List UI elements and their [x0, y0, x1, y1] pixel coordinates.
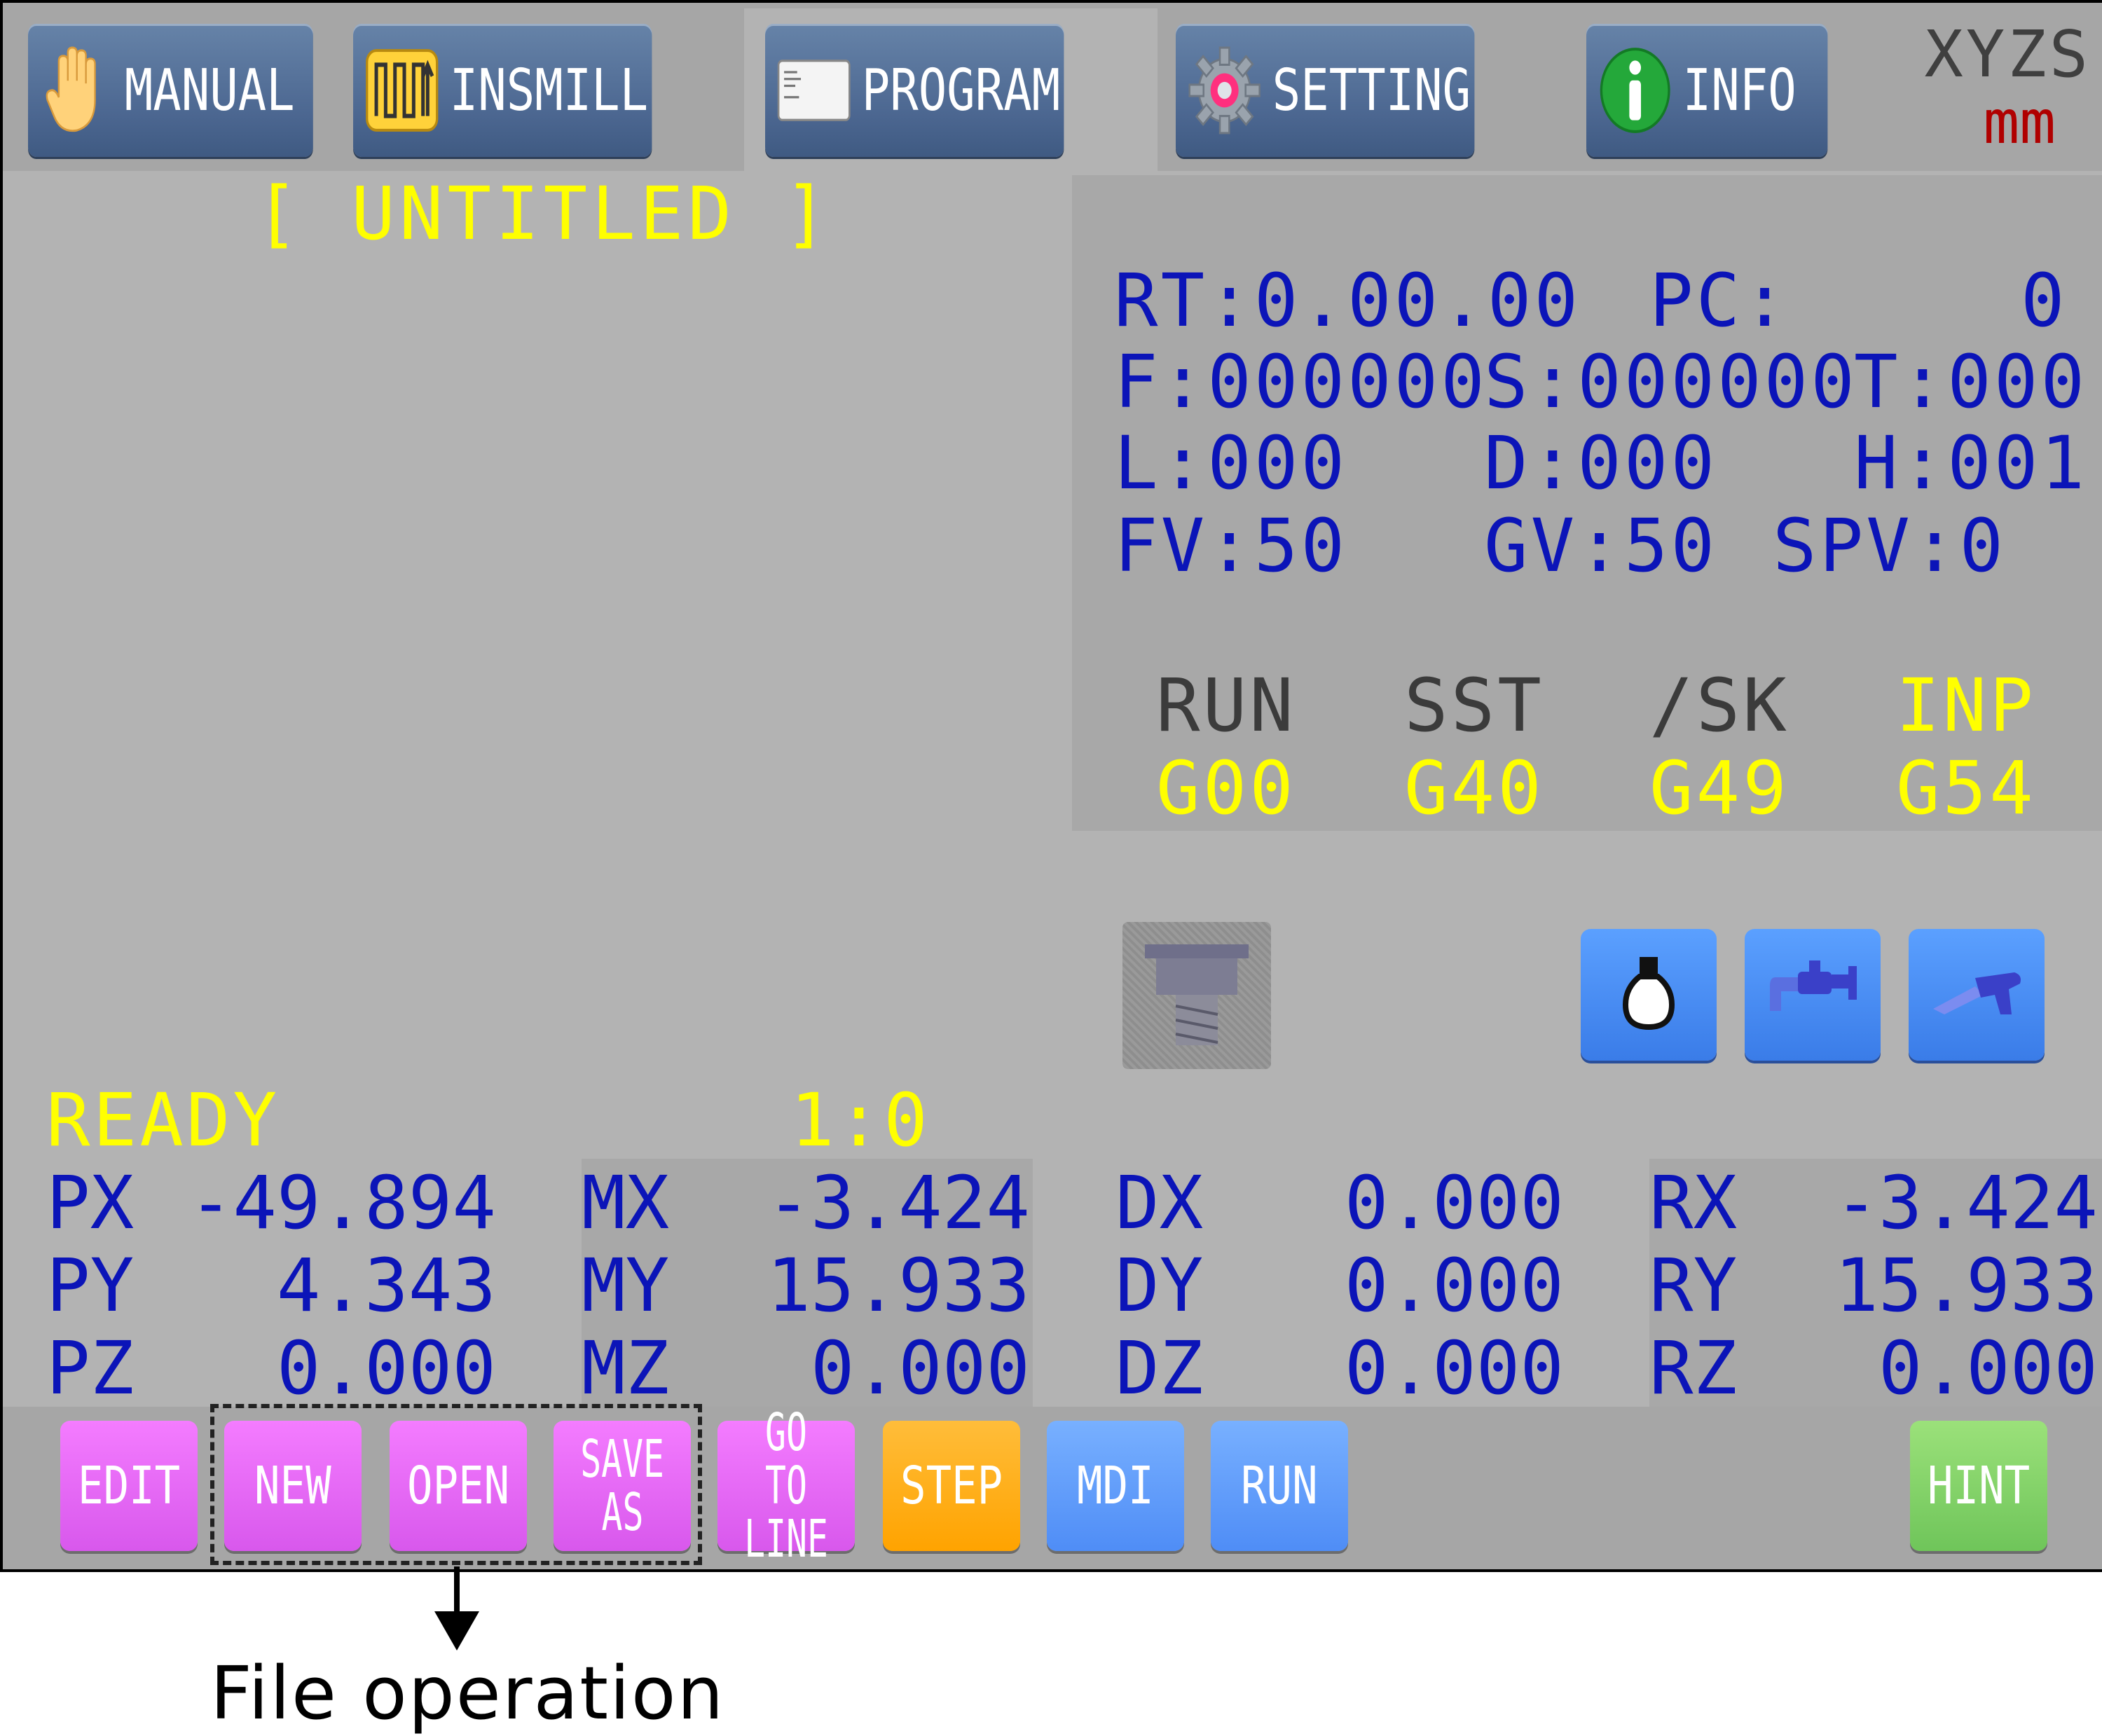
go-to-line-button[interactable]: GO TO LINE	[717, 1406, 855, 1566]
mx-value: -3.424	[767, 1160, 1030, 1246]
spindle-speed: S:000000	[1484, 339, 1857, 425]
mdi-button[interactable]: MDI	[1047, 1421, 1184, 1551]
mz-label: MZ	[582, 1325, 670, 1411]
annotation-arrow-head	[434, 1611, 479, 1651]
spindle-override: SPV:0	[1773, 503, 2007, 588]
tab-program[interactable]: PROGRAM	[765, 24, 1064, 157]
cnc-screen: MANUAL INSMILL PROGRAM SETTING INFO XYZS…	[0, 0, 2102, 1572]
spindle-tool-icon	[1122, 922, 1271, 1069]
dx-value: 0.000	[1344, 1160, 1564, 1246]
tab-insmill[interactable]: INSMILL	[353, 24, 652, 157]
d-value: D:000	[1484, 420, 1718, 506]
rx-label: RX	[1649, 1160, 1738, 1246]
py-label: PY	[46, 1243, 135, 1328]
tab-manual-label: MANUAL	[124, 57, 295, 124]
dx-label: DX	[1115, 1160, 1204, 1246]
rz-label: RZ	[1649, 1325, 1738, 1411]
dy-label: DY	[1115, 1243, 1204, 1328]
tab-setting[interactable]: SETTING	[1176, 24, 1475, 157]
tab-insmill-label: INSMILL	[449, 57, 649, 124]
rapid-override: GV:50	[1484, 503, 1718, 588]
program-title: [ UNTITLED ]	[255, 171, 832, 256]
tool-number: T:000	[1854, 339, 2088, 425]
axes-label: XYZS	[1924, 17, 2091, 92]
dz-label: DZ	[1115, 1325, 1204, 1411]
mode-skip: /SK	[1649, 663, 1790, 748]
info-icon	[1598, 45, 1672, 136]
lamp-button[interactable]	[1581, 929, 1717, 1061]
part-count-value: 0	[2021, 258, 2068, 343]
pz-value: 0.000	[276, 1325, 496, 1411]
go-to-line-line2: LINE	[744, 1509, 828, 1569]
tab-info-label: INFO	[1682, 57, 1797, 124]
coolant-faucet-icon	[1767, 955, 1858, 1035]
hint-button[interactable]: HINT	[1910, 1421, 2047, 1551]
ry-label: RY	[1649, 1243, 1738, 1328]
tab-program-label: PROGRAM	[861, 57, 1061, 124]
gear-icon	[1187, 45, 1262, 136]
mode-inp: INP	[1896, 663, 2036, 748]
tab-manual[interactable]: MANUAL	[28, 24, 313, 157]
pz-label: PZ	[46, 1325, 135, 1411]
my-value: 15.933	[767, 1243, 1030, 1328]
step-button[interactable]: STEP	[883, 1421, 1020, 1551]
rx-value: -3.424	[1834, 1160, 2098, 1246]
hand-icon	[39, 45, 114, 136]
my-label: MY	[582, 1243, 670, 1328]
machine-state: READY	[46, 1077, 280, 1163]
h-value: H:001	[1854, 420, 2088, 506]
top-tab-bar: MANUAL INSMILL PROGRAM SETTING INFO XYZS…	[3, 3, 2102, 171]
dz-value: 0.000	[1344, 1325, 1564, 1411]
part-count-label: PC:	[1649, 258, 1790, 343]
coolant-button[interactable]	[1745, 929, 1881, 1061]
go-to-line-line1: GO TO	[765, 1403, 807, 1516]
mx-label: MX	[582, 1160, 670, 1246]
annotation-arrow-line	[454, 1566, 460, 1616]
unit-label: mm	[1983, 88, 2056, 158]
gcode-work-offset: G54	[1896, 745, 2036, 831]
run-button[interactable]: RUN	[1211, 1421, 1348, 1551]
feed-override: FV:50	[1114, 503, 1348, 588]
file-operation-highlight	[210, 1404, 702, 1565]
units-indicator: XYZS mm	[1924, 17, 2091, 158]
gcode-cutter-comp: G40	[1404, 745, 1544, 831]
run-time: RT:0.00.00	[1114, 258, 1581, 343]
gcode-length-comp: G49	[1649, 745, 1790, 831]
edit-button[interactable]: EDIT	[60, 1421, 198, 1551]
py-value: 4.343	[276, 1243, 496, 1328]
px-value: -49.894	[188, 1160, 496, 1246]
tab-info[interactable]: INFO	[1586, 24, 1828, 157]
l-value: L:000	[1114, 420, 1348, 506]
line-info: 1:0	[790, 1077, 930, 1163]
tab-setting-label: SETTING	[1272, 57, 1471, 124]
px-label: PX	[46, 1160, 135, 1246]
document-icon	[776, 45, 851, 136]
file-operation-caption: File operation	[210, 1651, 725, 1736]
wave-pattern-icon	[364, 45, 439, 136]
dy-value: 0.000	[1344, 1243, 1564, 1328]
mode-run: RUN	[1156, 663, 1296, 748]
mode-sst: SST	[1404, 663, 1544, 748]
air-blow-button[interactable]	[1909, 929, 2045, 1061]
mz-value: 0.000	[810, 1325, 1030, 1411]
air-blow-gun-icon	[1928, 958, 2026, 1031]
lamp-icon	[1617, 951, 1680, 1038]
gcode-motion: G00	[1156, 745, 1296, 831]
feed-rate: F:000000	[1114, 339, 1488, 425]
ry-value: 15.933	[1834, 1243, 2098, 1328]
rz-value: 0.000	[1878, 1325, 2098, 1411]
